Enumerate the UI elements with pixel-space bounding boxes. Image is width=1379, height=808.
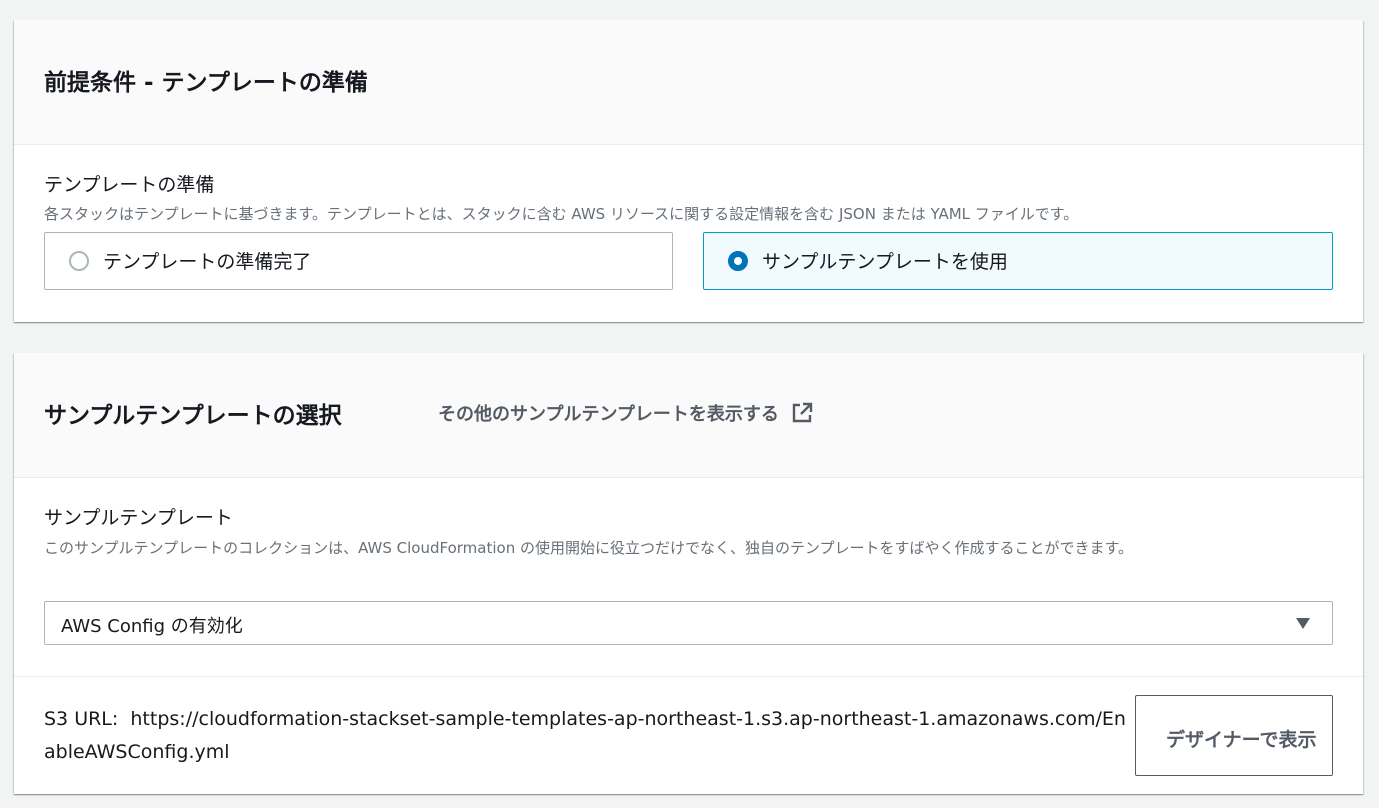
template-prep-description: 各スタックはテンプレートに基づきます。テンプレートとは、スタックに含む AWS …	[44, 205, 1079, 223]
radio-template-ready[interactable]	[69, 251, 89, 271]
option-template-ready-label: テンプレートの準備完了	[103, 251, 312, 273]
option-use-sample-template-label: サンプルテンプレートを使用	[762, 251, 1008, 273]
more-sample-templates-link[interactable]: その他のサンプルテンプレートを表示する	[438, 400, 813, 426]
option-use-sample-template[interactable]: サンプルテンプレートを使用	[703, 232, 1333, 290]
more-sample-templates-label: その他のサンプルテンプレートを表示する	[438, 404, 779, 425]
prerequisite-panel: 前提条件 - テンプレートの準備 テンプレートの準備 各スタックはテンプレートに…	[14, 20, 1363, 322]
sample-template-description: このサンプルテンプレートのコレクションは、AWS CloudFormation …	[44, 539, 1134, 557]
caret-down-icon	[1296, 618, 1310, 629]
sample-selection-panel: サンプルテンプレートの選択 その他のサンプルテンプレートを表示する サンプルテン…	[14, 353, 1363, 794]
external-link-icon	[792, 402, 813, 423]
sample-selection-header: サンプルテンプレートの選択 その他のサンプルテンプレートを表示する	[14, 353, 1363, 478]
sample-template-label: サンプルテンプレート	[44, 507, 233, 529]
prerequisite-title: 前提条件 - テンプレートの準備	[44, 70, 368, 96]
section-divider	[14, 676, 1363, 677]
prerequisite-header: 前提条件 - テンプレートの準備	[14, 20, 1363, 145]
template-prep-label: テンプレートの準備	[44, 174, 215, 196]
radio-use-sample-template[interactable]	[728, 251, 748, 271]
s3-url-label: S3 URL:	[44, 708, 119, 730]
view-in-designer-button[interactable]: デザイナーで表示	[1135, 695, 1333, 776]
option-template-ready[interactable]: テンプレートの準備完了	[44, 232, 673, 290]
sample-selection-title: サンプルテンプレートの選択	[44, 403, 342, 429]
sample-template-select[interactable]: AWS Config の有効化	[44, 601, 1333, 645]
s3-url-value: https://cloudformation-stackset-sample-t…	[44, 708, 1126, 763]
s3-url-block: S3 URL: https://cloudformation-stackset-…	[44, 703, 1134, 769]
sample-template-selected-value: AWS Config の有効化	[61, 616, 243, 637]
